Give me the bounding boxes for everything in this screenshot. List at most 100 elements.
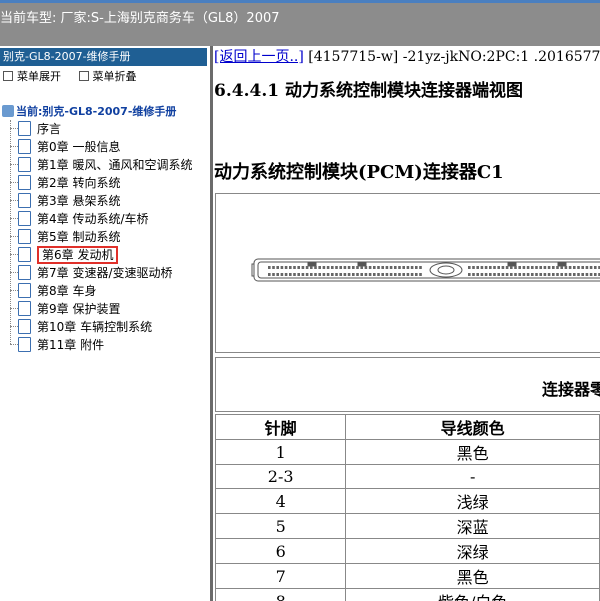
table-row: 7 黑色 [214, 563, 600, 589]
pin-number-cell: 7 [214, 563, 347, 589]
page-icon [18, 337, 31, 352]
pin-hole [310, 266, 313, 269]
wire-color-cell: 浅绿 [345, 488, 600, 514]
menu-tools: 菜单展开 菜单折叠 [3, 68, 151, 84]
sidebar-title: 别克-GL8-2007-维修手册 [0, 48, 207, 66]
pin-hole [518, 273, 521, 276]
sidebar-item-6[interactable]: 第5章 制动系统 [10, 228, 120, 246]
sidebar-item-8[interactable]: 第7章 变速器/变速驱动桥 [10, 264, 173, 282]
wire-color-cell: 深蓝 [345, 513, 600, 539]
sidebar-item-label: 第1章 暖风、通风和空调系统 [37, 158, 193, 172]
sidebar-item-7[interactable]: 第6章 发动机 [10, 246, 119, 264]
tree-root[interactable]: 当前:别克-GL8-2007-维修手册 [2, 103, 176, 119]
page-icon [18, 139, 31, 154]
pin-hole [489, 266, 492, 269]
pin-hole [356, 266, 359, 269]
pin-hole [280, 266, 284, 269]
tree-branch [10, 344, 18, 345]
pin-hole [480, 266, 484, 269]
pin-hole [552, 266, 555, 269]
pin-hole [360, 273, 363, 276]
pin-hole [581, 266, 584, 269]
sidebar-item-1[interactable]: 第0章 一般信息 [10, 138, 120, 156]
pin-hole [272, 273, 275, 276]
menu-collapse-button[interactable]: 菜单折叠 [93, 70, 137, 83]
pin-hole [468, 266, 471, 269]
pin-hole [501, 266, 505, 269]
pin-hole [385, 273, 389, 276]
pin-hole [377, 266, 380, 269]
page-icon [18, 229, 31, 244]
pin-hole [526, 266, 530, 269]
pin-hole [514, 266, 517, 269]
pin-hole [293, 273, 296, 276]
back-link[interactable]: [返回上一页..] [214, 49, 304, 65]
pin-hole [364, 266, 368, 269]
pin-hole [406, 266, 410, 269]
pin-number-cell: 4 [214, 488, 347, 514]
pin-hole [531, 266, 534, 269]
pin-hole [484, 266, 488, 269]
pin-hole [301, 273, 305, 276]
page-icon [18, 193, 31, 208]
pin-hole [406, 273, 410, 276]
pin-hole [385, 266, 389, 269]
pin-hole [560, 266, 563, 269]
pin-hole [539, 273, 542, 276]
pin-hole [472, 266, 475, 269]
pin-hole [322, 273, 326, 276]
pin-hole [564, 266, 568, 269]
tree-branch [10, 164, 18, 165]
wire-color-cell: 黑色 [345, 439, 600, 465]
page-icon [18, 175, 31, 190]
pin-hole [419, 273, 422, 276]
current-vehicle-text: 当前车型: 厂家:S-上海别克商务车（GL8）2007 [0, 11, 280, 26]
sidebar-item-label: 第4章 传动系统/车桥 [37, 212, 149, 226]
pin-hole [505, 273, 509, 276]
pin-hole [468, 273, 471, 276]
pin-hole [547, 273, 551, 276]
pin-hole [297, 266, 300, 269]
pin-hole [310, 273, 313, 276]
sidebar-item-3[interactable]: 第2章 转向系统 [10, 174, 120, 192]
pin-table: 针脚 导线颜色 1黑色2-3-4浅绿5深蓝6深绿7黑色8紫色/白色 [214, 414, 600, 601]
pin-hole [497, 266, 500, 269]
tree-branch [10, 218, 18, 219]
nav-row: [返回上一页..] [4157715-w] -21yz-jkNO:2PC:1 .… [214, 46, 600, 66]
sidebar-item-4[interactable]: 第3章 悬架系统 [10, 192, 120, 210]
pin-hole [560, 273, 563, 276]
pin-hole [522, 266, 526, 269]
book-icon [2, 105, 14, 117]
connector-figure [215, 193, 600, 353]
pin-hole [381, 273, 384, 276]
sidebar-item-5[interactable]: 第4章 传动系统/车桥 [10, 210, 149, 228]
menu-expand-button[interactable]: 菜单展开 [17, 70, 61, 83]
pin-hole [589, 273, 593, 276]
table-row: 8紫色/白色 [214, 588, 600, 601]
pin-hole [415, 266, 418, 269]
pin-hole [318, 266, 321, 269]
sidebar-item-0[interactable]: 序言 [10, 120, 61, 138]
pin-hole [505, 266, 509, 269]
sidebar-item-10[interactable]: 第9章 保护装置 [10, 300, 120, 318]
pin-hole [326, 266, 330, 269]
pin-hole [335, 266, 338, 269]
pin-hole [556, 273, 559, 276]
page-icon [18, 157, 31, 172]
sidebar-item-2[interactable]: 第1章 暖风、通风和空调系统 [10, 156, 192, 174]
pin-hole [331, 266, 334, 269]
pin-hole [394, 266, 397, 269]
tree-branch [10, 236, 18, 237]
pin-hole [347, 266, 351, 269]
tree-branch [10, 308, 18, 309]
sidebar-item-11[interactable]: 第10章 车辆控制系统 [10, 318, 152, 336]
connector-drawing [251, 258, 600, 282]
table-row: 5 深蓝 [214, 513, 600, 539]
pin-hole [585, 266, 589, 269]
sidebar-item-label: 第2章 转向系统 [37, 176, 121, 190]
pin-hole [314, 273, 317, 276]
pin-hole [585, 273, 589, 276]
pin-number-cell: 1 [214, 439, 347, 465]
sidebar-item-12[interactable]: 第11章 附件 [10, 336, 104, 354]
sidebar-item-9[interactable]: 第8章 车身 [10, 282, 96, 300]
